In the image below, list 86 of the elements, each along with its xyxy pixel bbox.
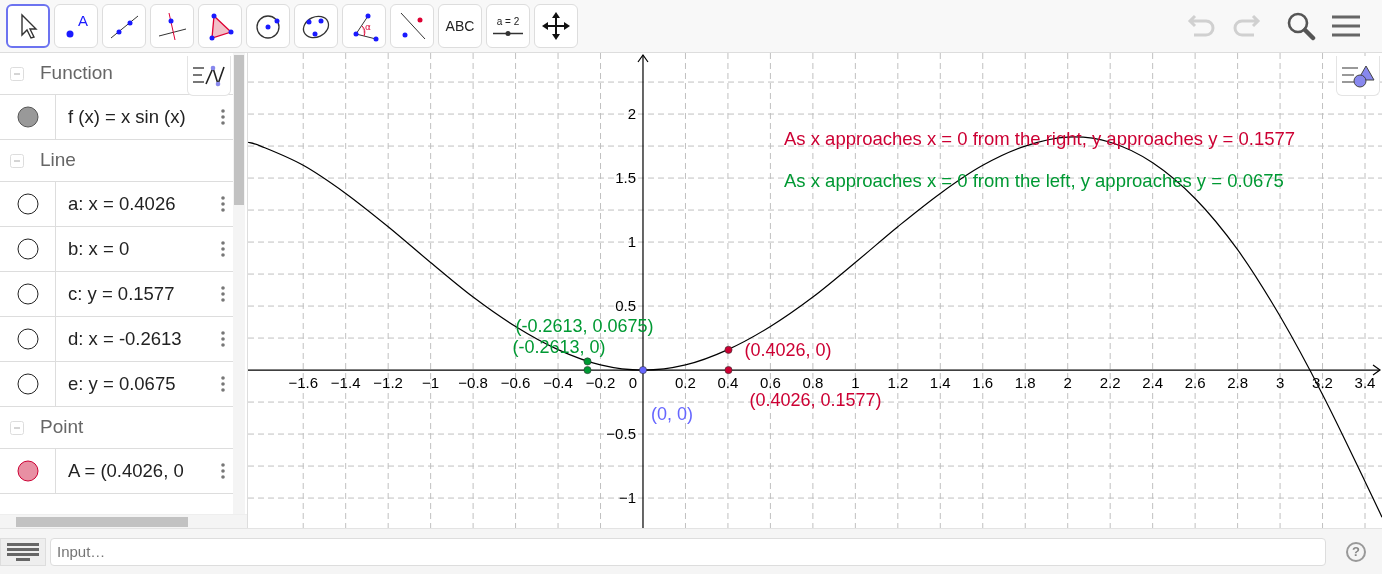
scrollbar[interactable] [233,53,245,514]
keyboard-icon [6,541,40,562]
point-label: (0.4026, 0.1577) [749,389,882,410]
keyboard-button[interactable] [0,537,46,566]
visibility-toggle[interactable] [16,460,39,482]
tick-label: −0.5 [606,425,636,443]
scrollbar[interactable] [0,514,247,528]
tick-label: 0.8 [802,374,824,392]
more-icon[interactable] [221,463,225,479]
tick-label: 1.6 [972,374,994,392]
tick-label: 1.8 [1014,374,1036,392]
menu-icon [1332,14,1360,38]
visibility-toggle[interactable] [16,238,39,260]
point-marker[interactable] [724,366,733,374]
tick-label: 0.2 [675,374,696,392]
perpendicular-line-icon [156,10,188,42]
tool-button[interactable]: a = 2 [486,4,530,48]
tick-label: 3 [1275,374,1285,392]
algebra-entry[interactable]: b: x = 0 [56,235,221,263]
tick-label: −1 [618,489,636,507]
more-icon[interactable] [221,109,225,125]
algebra-entry[interactable]: a: x = 0.4026 [56,190,221,218]
group-title: Line [40,148,76,173]
tick-label: −1 [422,374,440,392]
tick-label: 0.4 [717,374,739,392]
tick-label: 2.8 [1227,374,1249,392]
tick-label: 0.5 [615,297,636,315]
tick-label: −0.8 [458,374,488,392]
tool-button[interactable]: A [54,4,98,48]
algebra-entry[interactable]: d: x = -0.2613 [56,325,221,353]
tool-button[interactable]: α [342,4,386,48]
slider-icon [493,30,523,36]
more-icon[interactable] [221,196,225,212]
tool-button[interactable] [6,4,50,48]
tick-label: 2 [627,105,636,123]
group-title: Function [40,61,113,86]
group-title: Point [40,415,84,440]
style-bar-toggle[interactable] [1336,56,1380,96]
more-icon[interactable] [221,331,225,347]
tick-label: 2.4 [1142,374,1164,392]
point-marker[interactable] [583,366,592,374]
search-button[interactable] [1286,11,1316,41]
tick-label: −0.4 [543,374,573,392]
tick-label: 2.6 [1184,374,1206,392]
visibility-toggle[interactable] [16,373,39,395]
algebra-entry[interactable]: c: y = 0.1577 [56,280,221,308]
tick-label: −0.2 [585,374,616,392]
tick-label: 3.4 [1354,374,1376,392]
algebra-entry[interactable]: f (x) = x sin (x) [56,103,221,131]
origin-label: 0 [628,374,637,392]
tick-label: −0.6 [500,374,531,392]
visibility-toggle[interactable] [16,193,39,215]
point-marker[interactable] [639,366,647,374]
algebra-entry[interactable]: A = (0.4026, 0 [56,457,221,485]
tick-label: 1.4 [929,374,951,392]
more-icon[interactable] [221,241,225,257]
menu-button[interactable] [1332,14,1360,38]
tick-label: 1 [851,374,860,392]
more-icon[interactable] [221,286,225,302]
tick-label: 1.2 [887,374,909,392]
scrollbar-thumb[interactable] [16,516,188,527]
tick-label: 1.5 [615,169,636,187]
redo-icon [1232,13,1262,39]
point-marker[interactable] [583,357,592,366]
scrollbar-thumb[interactable] [234,55,244,205]
tick-label: 2.2 [1099,374,1121,392]
tick-label: −1.6 [288,374,319,392]
point-label: (0.4026, 0) [744,340,832,361]
input-field[interactable]: Input… [50,537,1326,566]
visibility-toggle[interactable] [16,283,39,305]
undo-icon [1186,13,1216,39]
more-icon[interactable] [221,376,225,392]
tool-button[interactable]: ABC [438,4,482,48]
move-arrows-icon [540,10,572,42]
tick-label: 2 [1063,374,1072,392]
visibility-toggle[interactable] [16,328,39,350]
tick-label: 0.6 [759,374,781,392]
search-icon [1286,11,1316,41]
style-bar-toggle[interactable] [187,56,231,96]
point-label: (0, 0) [651,404,693,425]
tick-label: −1.4 [330,374,361,392]
tick-label: 1 [627,233,636,251]
algebra-entry[interactable]: e: y = 0.0675 [56,370,221,398]
tick-label: −1.2 [373,374,403,392]
visibility-toggle[interactable] [16,106,39,128]
point-marker[interactable] [724,345,733,354]
